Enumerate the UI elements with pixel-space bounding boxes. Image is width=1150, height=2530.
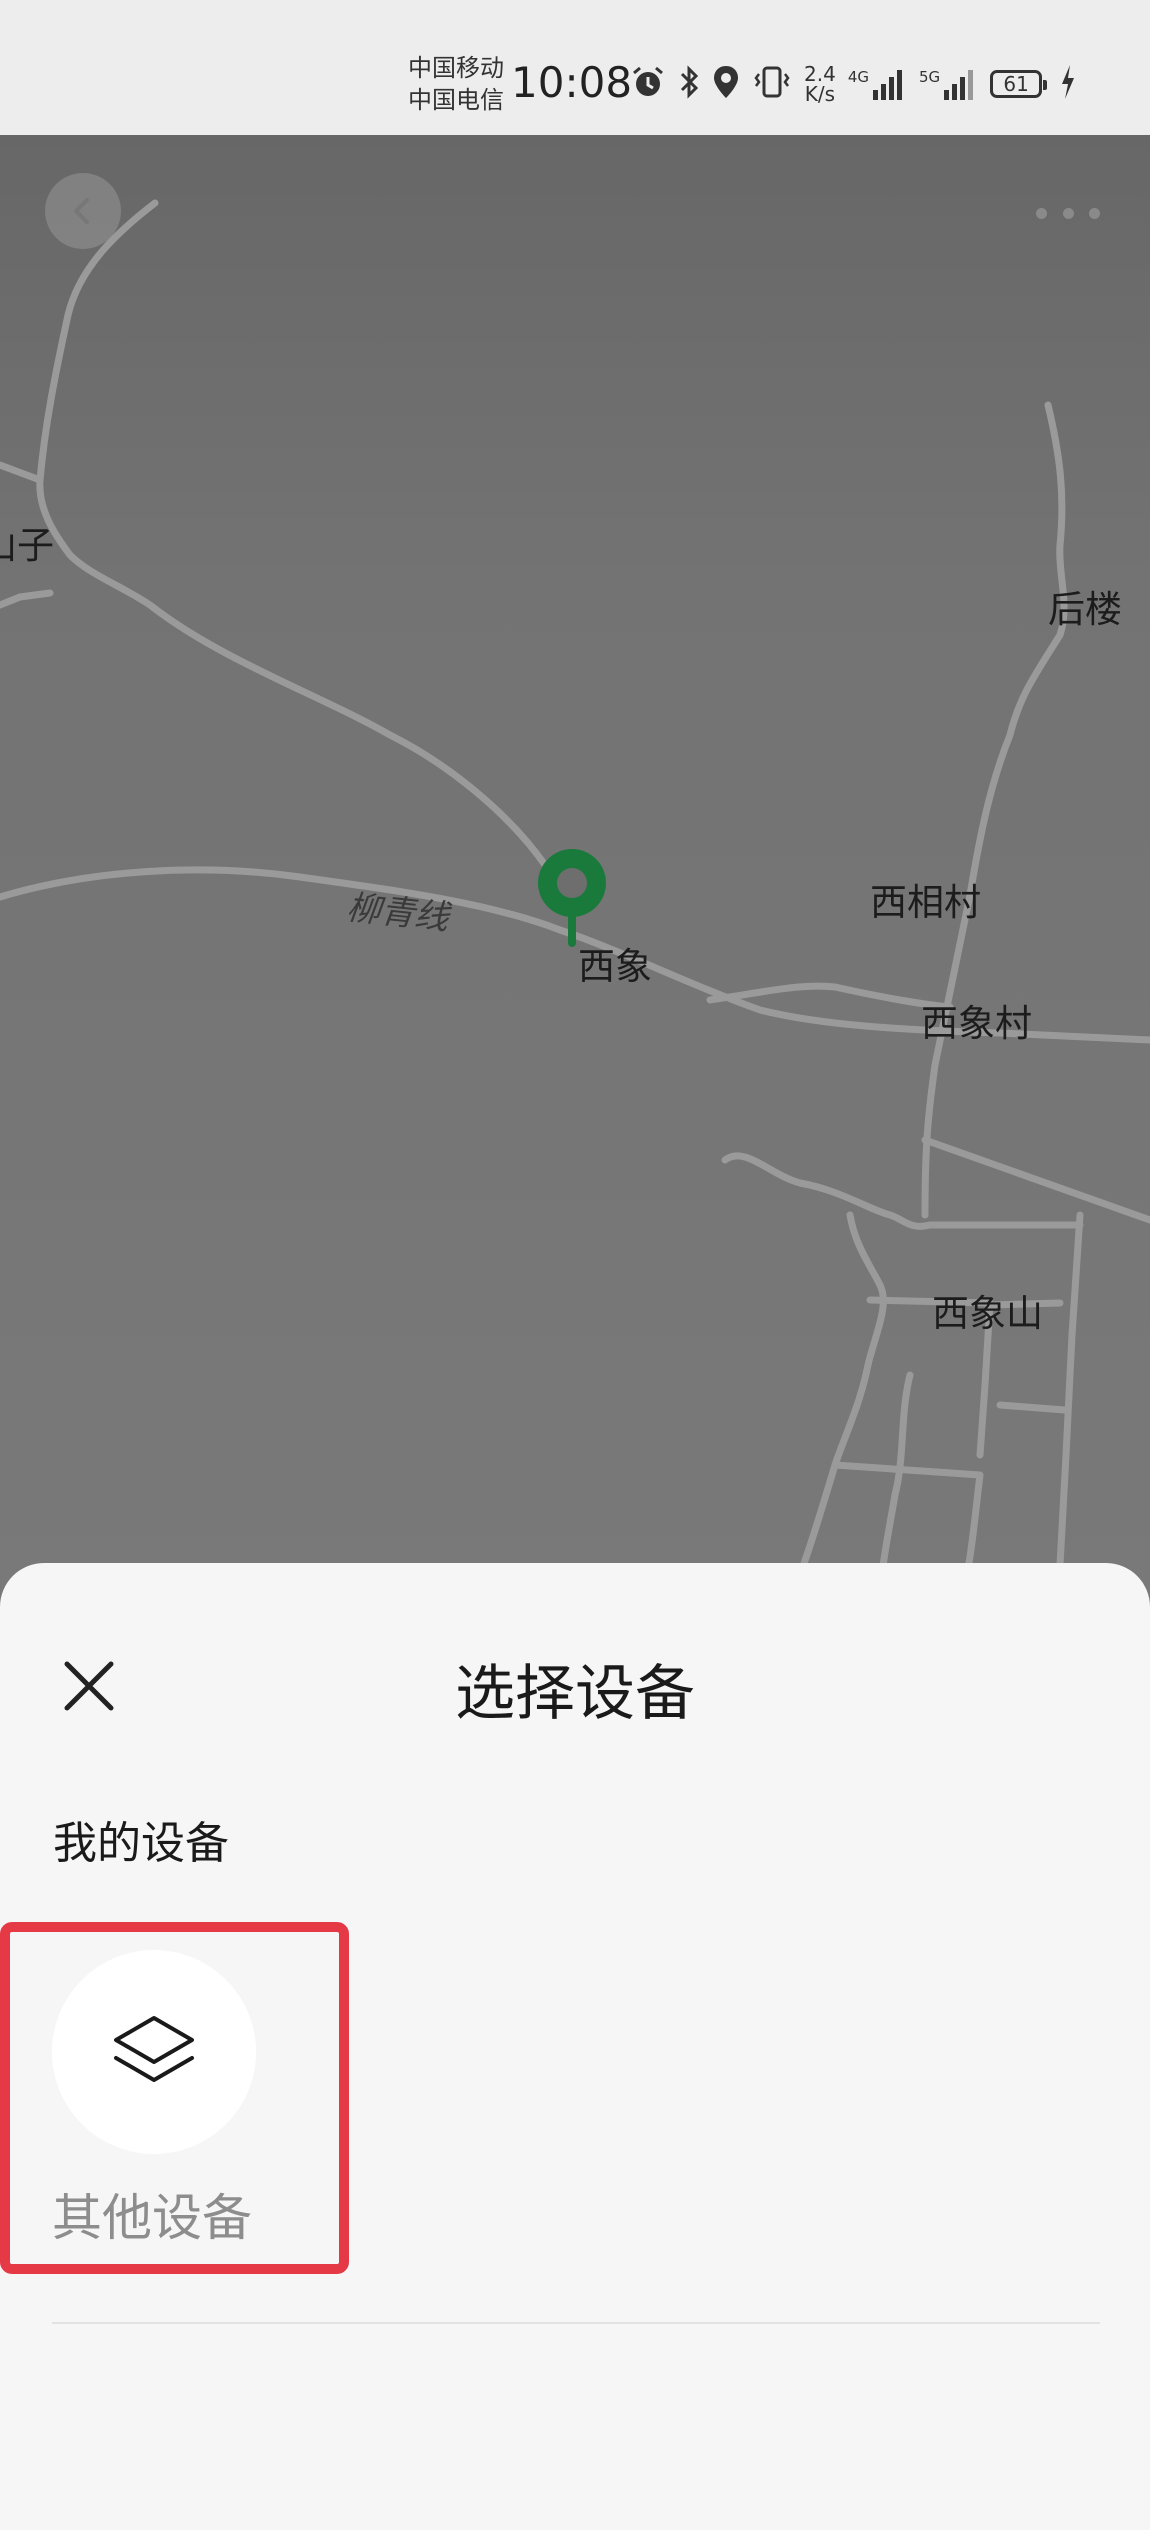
battery-icon: 61 <box>990 70 1048 98</box>
signal-icon: 4G <box>848 68 907 100</box>
carrier-1: 中国移动 <box>408 54 504 82</box>
more-dot-icon <box>1036 207 1047 219</box>
location-icon <box>712 64 740 104</box>
carrier-info: 中国移动 中国电信 <box>408 52 504 116</box>
chevron-left-icon <box>74 198 89 224</box>
map-label-houlou: 后楼 <box>1048 588 1122 631</box>
vibrate-icon <box>752 64 792 104</box>
bluetooth-icon <box>678 64 700 104</box>
sheet-title: 选择设备 <box>455 1659 695 1729</box>
device-select-sheet: 选择设备 我的设备 其他设备 <box>0 1563 1150 2530</box>
alarm-icon <box>630 64 666 104</box>
status-icons: 2.4 K/s 4G 5G 61 <box>630 62 1076 106</box>
signal-icon: 5G <box>919 68 978 100</box>
map-label-partial: 山子 <box>0 524 54 567</box>
back-button[interactable] <box>45 173 121 249</box>
more-dot-icon <box>1062 207 1074 219</box>
map-label-xixiangcun: 西象村 <box>921 1002 1032 1045</box>
road-label-liuqing: 柳青线 <box>344 887 451 939</box>
divider <box>52 2322 1100 2324</box>
map-view[interactable]: 山子 后楼 西相村 西象 西象村 西象山 柳青线 <box>0 135 1150 1615</box>
status-time: 10:08 <box>511 58 633 107</box>
charging-icon <box>1060 65 1076 103</box>
location-pin-icon[interactable] <box>536 847 608 957</box>
map-label-xixiangshan: 西象山 <box>932 1292 1043 1335</box>
more-options-button[interactable] <box>1036 203 1100 223</box>
carrier-2: 中国电信 <box>408 86 504 114</box>
net-speed-value: 2.4 <box>804 62 836 86</box>
highlight-box <box>0 1922 349 2274</box>
map-label-xixiangcun-top: 西相村 <box>870 881 981 924</box>
signal-2-label: 5G <box>918 68 941 86</box>
more-dot-icon <box>1089 207 1100 219</box>
screen: 中国移动 中国电信 10:08 2.4 K/s 4G 5G 61 子 后楼 西相… <box>0 0 1150 2530</box>
section-label-my-devices: 我的设备 <box>53 1818 229 1869</box>
net-speed-unit: K/s <box>804 82 836 106</box>
status-bar: 中国移动 中国电信 10:08 2.4 K/s 4G 5G 61 <box>0 0 1150 135</box>
net-speed: 2.4 K/s <box>804 64 836 104</box>
signal-1-label: 4G <box>847 68 869 86</box>
